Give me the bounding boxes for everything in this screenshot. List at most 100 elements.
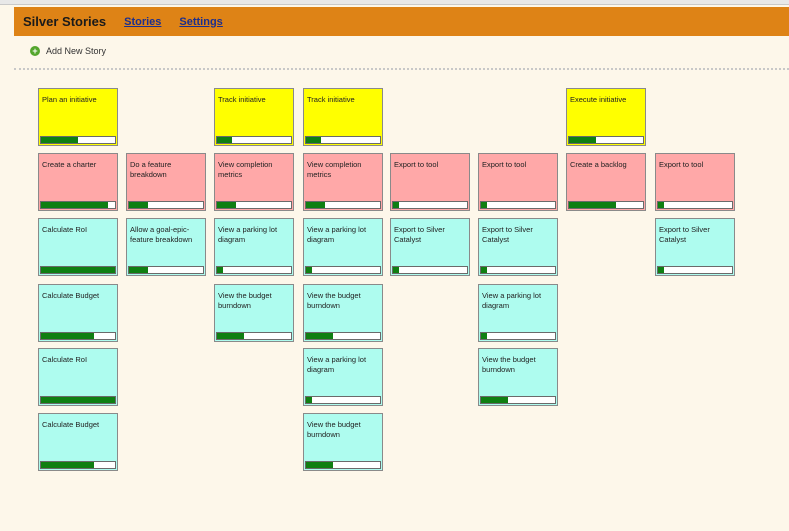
card-progress-bar [657, 201, 733, 209]
card-progress-fill [41, 462, 95, 468]
feature-card[interactable]: Do a feature breakdown [126, 153, 206, 211]
nav-link-settings[interactable]: Settings [179, 16, 222, 28]
card-progress-bar [657, 266, 733, 274]
app-header: Silver Stories Stories Settings [14, 7, 789, 36]
story-card[interactable]: View a parking lot diagram [214, 218, 294, 276]
story-card[interactable]: View a parking lot diagram [303, 348, 383, 406]
story-card[interactable]: Export to Silver Catalyst [390, 218, 470, 276]
story-card[interactable]: View a parking lot diagram [478, 284, 558, 342]
card-progress-fill [41, 397, 115, 403]
card-progress-bar [480, 201, 556, 209]
card-title: Calculate Budget [42, 291, 100, 300]
feature-card[interactable]: Export to tool [390, 153, 470, 211]
story-card[interactable]: Allow a goal-epic-feature breakdown [126, 218, 206, 276]
card-title: Track initiative [307, 95, 355, 104]
card-progress-bar [40, 396, 116, 404]
card-progress-bar [40, 136, 116, 144]
story-card[interactable]: View the budget burndown [478, 348, 558, 406]
feature-card[interactable]: Export to tool [478, 153, 558, 211]
card-title: View the budget burndown [307, 291, 361, 310]
card-progress-fill [658, 202, 664, 208]
feature-card[interactable]: Export to tool [655, 153, 735, 211]
feature-card[interactable]: Create a charter [38, 153, 118, 211]
card-progress-fill [41, 333, 95, 339]
card-progress-bar [305, 136, 381, 144]
card-title: Calculate Budget [42, 420, 100, 429]
card-title: View a parking lot diagram [482, 291, 542, 310]
card-title: Track initiative [218, 95, 266, 104]
card-progress-bar [305, 332, 381, 340]
card-title: Export to Silver Catalyst [394, 225, 445, 244]
feature-card[interactable]: View completion metrics [303, 153, 383, 211]
card-progress-fill [306, 267, 312, 273]
card-progress-fill [569, 137, 596, 143]
story-card[interactable]: View the budget burndown [214, 284, 294, 342]
feature-card[interactable]: View completion metrics [214, 153, 294, 211]
card-title: View a parking lot diagram [218, 225, 278, 244]
app-title: Silver Stories [23, 14, 107, 29]
card-progress-fill [481, 397, 508, 403]
card-progress-bar [568, 201, 644, 209]
card-title: View the budget burndown [482, 355, 536, 374]
card-progress-fill [217, 333, 244, 339]
story-card[interactable]: Export to Silver Catalyst [655, 218, 735, 276]
card-progress-fill [41, 267, 115, 273]
card-progress-fill [481, 202, 487, 208]
story-card[interactable]: View the budget burndown [303, 413, 383, 471]
card-title: Plan an initiative [42, 95, 97, 104]
card-title: Execute initiative [570, 95, 627, 104]
card-progress-bar [216, 332, 292, 340]
initiative-card[interactable]: Execute initiative [566, 88, 646, 146]
card-progress-fill [41, 202, 108, 208]
initiative-card[interactable]: Plan an initiative [38, 88, 118, 146]
card-progress-bar [392, 201, 468, 209]
card-title: Calculate RoI [42, 225, 88, 234]
story-card[interactable]: View the budget burndown [303, 284, 383, 342]
card-progress-fill [658, 267, 664, 273]
card-title: Do a feature breakdown [130, 160, 172, 179]
header-divider [14, 68, 789, 70]
add-new-story-label: Add New Story [46, 46, 107, 56]
card-title: View completion metrics [307, 160, 362, 179]
nav-link-stories[interactable]: Stories [124, 16, 161, 28]
add-new-story-link[interactable]: + Add New Story [30, 46, 106, 56]
card-progress-bar [216, 201, 292, 209]
card-title: View the budget burndown [307, 420, 361, 439]
card-progress-bar [128, 266, 204, 274]
story-card[interactable]: Calculate Budget [38, 413, 118, 471]
card-title: Create a backlog [570, 160, 627, 169]
card-progress-bar [216, 266, 292, 274]
card-title: Calculate RoI [42, 355, 88, 364]
card-progress-fill [393, 267, 399, 273]
card-progress-fill [481, 333, 487, 339]
card-progress-fill [306, 462, 333, 468]
card-title: Create a charter [42, 160, 97, 169]
card-progress-bar [568, 136, 644, 144]
card-progress-bar [128, 201, 204, 209]
card-progress-fill [306, 202, 325, 208]
card-progress-fill [129, 267, 148, 273]
card-progress-bar [392, 266, 468, 274]
feature-card[interactable]: Create a backlog [566, 153, 646, 211]
story-card[interactable]: Calculate RoI [38, 218, 118, 276]
card-progress-bar [480, 332, 556, 340]
card-title: Allow a goal-epic-feature breakdown [130, 225, 193, 244]
card-title: Export to tool [482, 160, 527, 169]
card-title: Export to Silver Catalyst [482, 225, 533, 244]
initiative-card[interactable]: Track initiative [214, 88, 294, 146]
card-progress-fill [393, 202, 399, 208]
card-progress-fill [306, 397, 312, 403]
card-progress-fill [569, 202, 617, 208]
card-title: Export to tool [659, 160, 704, 169]
card-title: View a parking lot diagram [307, 355, 367, 374]
card-title: Export to Silver Catalyst [659, 225, 710, 244]
card-title: View a parking lot diagram [307, 225, 367, 244]
story-card[interactable]: Export to Silver Catalyst [478, 218, 558, 276]
story-card[interactable]: View a parking lot diagram [303, 218, 383, 276]
card-progress-bar [40, 266, 116, 274]
story-card[interactable]: Calculate Budget [38, 284, 118, 342]
card-progress-bar [40, 201, 116, 209]
story-card[interactable]: Calculate RoI [38, 348, 118, 406]
window-top-edge [0, 0, 789, 5]
initiative-card[interactable]: Track initiative [303, 88, 383, 146]
